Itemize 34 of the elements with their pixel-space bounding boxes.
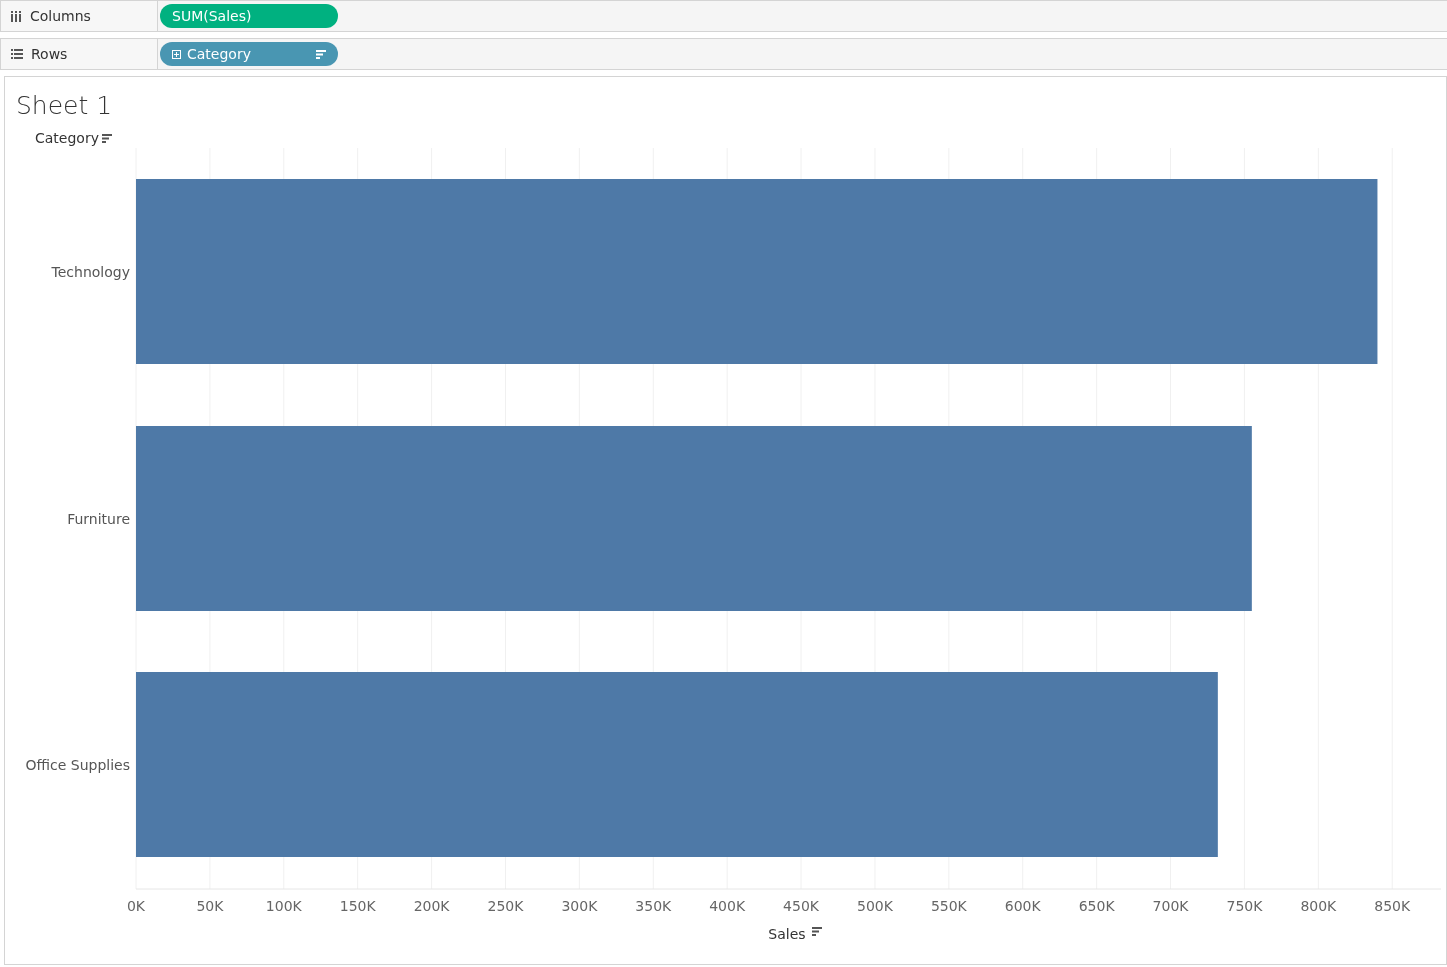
field-pill[interactable]: SUM(Sales)	[160, 4, 338, 28]
axis-tick-label: 200K	[413, 898, 450, 914]
axis-tick-label: 350K	[635, 898, 672, 914]
axis-tick-label: 550K	[930, 898, 967, 914]
axis-tick-label: 750K	[1226, 898, 1263, 914]
axis-tick-label: 600K	[1004, 898, 1041, 914]
sheet-title: Sheet 1	[15, 90, 114, 120]
axis-tick-label: 500K	[857, 898, 893, 914]
axis-tick-label: 300K	[561, 898, 598, 914]
sort-icon[interactable]	[812, 927, 822, 936]
category-label: Furniture	[67, 510, 130, 527]
category-label: Office Supplies	[25, 756, 130, 773]
axis-tick-label: 250K	[487, 898, 524, 914]
field-pill[interactable]: Category	[160, 42, 338, 66]
row-header: Category	[35, 130, 99, 146]
category-label: Technology	[51, 263, 130, 280]
sort-icon[interactable]	[101, 133, 112, 143]
axis-tick-label: 50K	[196, 898, 224, 914]
axis-tick-label: 100K	[265, 898, 302, 914]
columns-icon	[11, 10, 22, 22]
shelf-label: Columns	[30, 8, 91, 24]
shelf-label: Rows	[31, 46, 68, 62]
axis-tick-label: 700K	[1152, 898, 1189, 914]
axis-tick-label: 650K	[1078, 898, 1115, 914]
sort-icon[interactable]	[316, 49, 326, 59]
axis-tick-label: 450K	[783, 898, 819, 914]
axis-tick-label: 400K	[709, 898, 746, 914]
axis-tick-label: 150K	[339, 898, 376, 914]
axis-tick-label: 850K	[1374, 898, 1411, 914]
plus-box-icon[interactable]	[172, 49, 181, 59]
rows-icon	[11, 49, 23, 59]
axis-tick-label: 800K	[1300, 898, 1337, 914]
axis-tick-label: 0K	[126, 898, 146, 914]
axis-title: Sales	[768, 926, 806, 942]
